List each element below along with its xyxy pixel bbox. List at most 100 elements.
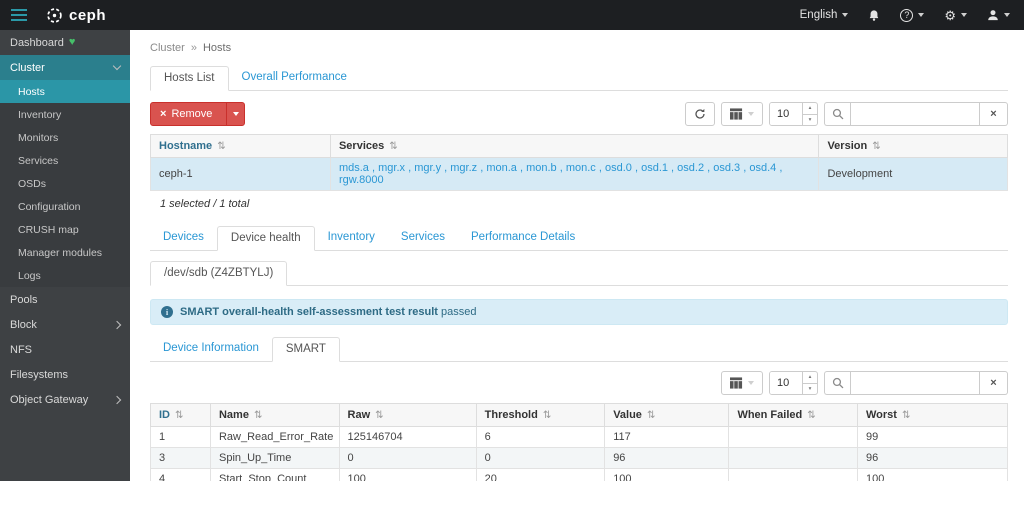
sidebar-item-monitors[interactable]: Monitors: [0, 126, 130, 149]
name-column-header[interactable]: Name ⇅: [209, 403, 340, 427]
stepper-up-icon[interactable]: ▴: [803, 372, 817, 384]
health-ok-icon: ♥: [68, 36, 76, 48]
smart-table-cell: 4: [150, 468, 211, 481]
ceph-logo-icon: [47, 7, 62, 23]
language-selector[interactable]: English: [800, 9, 849, 21]
stepper-down-icon[interactable]: ▾: [803, 115, 817, 126]
tab-device-sdb[interactable]: /dev/sdb (Z4ZBTYLJ): [150, 261, 288, 286]
tab-performance-details[interactable]: Performance Details: [458, 226, 588, 251]
caret-down-icon: [748, 381, 754, 385]
tab-services[interactable]: Services: [388, 226, 458, 251]
smart-table-cell: 117: [604, 426, 730, 448]
service-link[interactable]: osd.1: [641, 162, 668, 174]
language-label: English: [799, 9, 838, 21]
page-size-input[interactable]: [770, 372, 802, 394]
service-link[interactable]: osd.3: [713, 162, 740, 174]
search-input[interactable]: [850, 371, 980, 395]
sort-icon: ⇅: [389, 141, 398, 152]
column-toggle-button[interactable]: [721, 102, 763, 126]
sidebar-item-inventory[interactable]: Inventory: [0, 103, 130, 126]
tab-device-information[interactable]: Device Information: [150, 337, 272, 362]
service-link[interactable]: mgr.y: [414, 162, 441, 174]
worst-column-header[interactable]: Worst ⇅: [856, 403, 1009, 427]
sidebar-item-logs[interactable]: Logs: [0, 264, 130, 287]
service-link[interactable]: mon.a: [486, 162, 517, 174]
sidebar-item-object-gateway[interactable]: Object Gateway: [0, 387, 130, 412]
when-failed-column-header[interactable]: When Failed ⇅: [728, 403, 858, 427]
stepper-down-icon[interactable]: ▾: [803, 384, 817, 395]
breadcrumb: Cluster» Hosts: [150, 42, 232, 54]
id-column-header[interactable]: ID ⇅: [150, 403, 211, 427]
value-column-header[interactable]: Value ⇅: [604, 403, 730, 427]
tab-hosts-list[interactable]: Hosts List: [150, 66, 229, 91]
threshold-column-header[interactable]: Threshold ⇅: [475, 403, 606, 427]
services-column-header[interactable]: Services ⇅: [329, 134, 820, 158]
smart-table-row[interactable]: 3 Spin_Up_Time 0 0 96 96: [150, 447, 1009, 469]
smart-table-cell: [728, 426, 858, 448]
search-input[interactable]: [850, 102, 980, 126]
service-link[interactable]: mon.c: [566, 162, 596, 174]
remove-button[interactable]: × Remove: [150, 102, 246, 126]
user-icon: [988, 10, 998, 21]
version-cell: Development: [818, 157, 1008, 191]
service-link[interactable]: mds.a: [339, 162, 369, 174]
smart-toolbar: ▴▾ ×: [150, 371, 1008, 395]
hosts-page-tabs: Hosts List Overall Performance: [150, 66, 1008, 91]
host-row[interactable]: ceph-1 mds.a , mgr.x , mgr.y , mgr.z , m…: [150, 157, 1008, 191]
page-size-input[interactable]: [770, 103, 802, 125]
smart-table-cell: [728, 468, 858, 481]
sidebar-item-block[interactable]: Block: [0, 312, 130, 337]
sidebar-item-filesystems[interactable]: Filesystems: [0, 362, 130, 387]
refresh-button[interactable]: [685, 102, 715, 126]
version-column-header[interactable]: Version ⇅: [818, 134, 1008, 158]
sidebar-item-cluster[interactable]: Cluster: [0, 55, 130, 80]
sidebar-label: Dashboard: [10, 36, 64, 49]
sidebar-item-manager-modules[interactable]: Manager modules: [0, 241, 130, 264]
sidebar-item-nfs[interactable]: NFS: [0, 337, 130, 362]
sidebar-item-services[interactable]: Services: [0, 149, 130, 172]
service-link[interactable]: osd.2: [677, 162, 704, 174]
stepper-up-icon[interactable]: ▴: [803, 103, 817, 115]
sidebar-item-osds[interactable]: OSDs: [0, 172, 130, 195]
service-link[interactable]: mgr.z: [450, 162, 477, 174]
service-separator: ,: [595, 162, 605, 174]
remove-dropdown-toggle[interactable]: [226, 103, 244, 125]
user-menu[interactable]: [987, 9, 1010, 21]
smart-table-row[interactable]: 4 Start_Stop_Count 100 20 100 100: [150, 468, 1009, 481]
gear-icon: ⚙: [944, 7, 956, 23]
service-link[interactable]: rgw.8000: [339, 174, 384, 186]
caret-down-icon: [1004, 13, 1010, 17]
tab-smart[interactable]: SMART: [271, 337, 340, 362]
smart-table-cell: 100: [856, 468, 1009, 481]
tab-devices[interactable]: Devices: [150, 226, 217, 251]
hosts-table: Hostname ⇅ Services ⇅ Version ⇅ ceph-1 mds.…: [150, 134, 1008, 191]
sidebar-item-dashboard[interactable]: Dashboard ♥: [0, 30, 130, 55]
hostname-column-header[interactable]: Hostname ⇅: [150, 134, 331, 158]
hamburger-menu-icon[interactable]: [0, 0, 40, 30]
service-link[interactable]: mon.b: [526, 162, 557, 174]
smart-table-cell: 20: [475, 468, 606, 481]
breadcrumb-parent[interactable]: Cluster: [150, 42, 185, 54]
smart-table-row[interactable]: 1 Raw_Read_Error_Rate 125146704 6 117 99: [150, 426, 1009, 448]
settings-menu[interactable]: ⚙: [944, 9, 967, 22]
service-link[interactable]: osd.0: [605, 162, 632, 174]
service-link[interactable]: osd.4: [749, 162, 776, 174]
notifications-button[interactable]: [868, 9, 880, 22]
ceph-brand[interactable]: ceph: [46, 7, 106, 24]
sidebar-item-hosts[interactable]: Hosts: [0, 80, 130, 103]
search-clear-button[interactable]: ×: [980, 371, 1008, 395]
tab-inventory[interactable]: Inventory: [315, 226, 388, 251]
search-clear-button[interactable]: ×: [980, 102, 1008, 126]
service-separator: ,: [704, 162, 714, 174]
tab-overall-performance[interactable]: Overall Performance: [229, 66, 360, 91]
column-toggle-button[interactable]: [721, 371, 763, 395]
help-menu[interactable]: ?: [900, 8, 925, 22]
sidebar-item-pools[interactable]: Pools: [0, 287, 130, 312]
service-link[interactable]: mgr.x: [378, 162, 405, 174]
tab-device-health[interactable]: Device health: [216, 226, 315, 251]
raw-column-header[interactable]: Raw ⇅: [338, 403, 477, 427]
sidebar-item-crush-map[interactable]: CRUSH map: [0, 218, 130, 241]
sidebar-item-configuration[interactable]: Configuration: [0, 195, 130, 218]
search-addon: [824, 371, 850, 395]
brand-label: ceph: [69, 6, 107, 24]
